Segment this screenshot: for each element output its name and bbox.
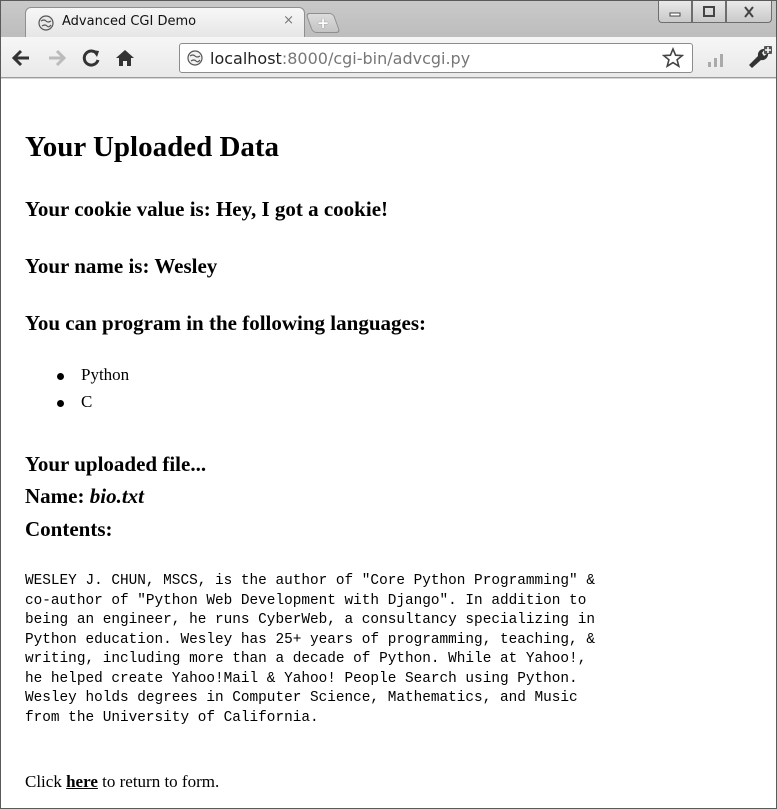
- url-host: localhost: [210, 49, 282, 68]
- new-tab-button[interactable]: +: [305, 13, 341, 33]
- footer-prefix: Click: [25, 772, 67, 791]
- contents-label: Contents:: [25, 517, 113, 541]
- minimize-icon: [669, 12, 681, 16]
- languages-list: Python C: [57, 365, 129, 419]
- file-name-line: Name: bio.txt: [25, 484, 144, 509]
- back-arrow-icon: [11, 49, 29, 67]
- toolbar: localhost:8000/cgi-bin/advcgi.py: [1, 37, 776, 78]
- file-name-label: Name:: [25, 484, 90, 508]
- list-item: C: [57, 392, 129, 419]
- url-text: localhost:8000/cgi-bin/advcgi.py: [210, 49, 470, 68]
- bookmark-star-icon[interactable]: [662, 47, 684, 69]
- languages-heading: You can program in the following languag…: [25, 311, 426, 335]
- footer-text: Click here to return to form.: [25, 772, 219, 792]
- cookie-value-line: Your cookie value is: Hey, I got a cooki…: [25, 197, 389, 221]
- forward-arrow-icon: [49, 49, 67, 67]
- reload-button[interactable]: [79, 46, 103, 70]
- reload-icon: [82, 49, 100, 67]
- page-heading: Your Uploaded Data: [25, 131, 280, 163]
- home-button[interactable]: [113, 46, 137, 70]
- file-name: bio.txt: [89, 484, 144, 508]
- maximize-button[interactable]: [692, 1, 726, 23]
- uploaded-file-heading: Your uploaded file...: [25, 452, 207, 476]
- browser-tab[interactable]: Advanced CGI Demo ×: [25, 7, 305, 37]
- back-button[interactable]: [9, 46, 33, 70]
- close-icon: [744, 5, 754, 18]
- wrench-icon[interactable]: [745, 45, 773, 71]
- minimize-button[interactable]: [658, 1, 692, 23]
- home-icon: [116, 50, 134, 66]
- title-bar: Advanced CGI Demo × +: [1, 1, 776, 37]
- forward-button[interactable]: [45, 46, 69, 70]
- footer-suffix: to return to form.: [97, 772, 220, 791]
- page-icon: [187, 50, 203, 66]
- page-content: Your Uploaded Data Your cookie value is:…: [1, 79, 776, 808]
- plus-icon: +: [316, 14, 330, 32]
- tab-title: Advanced CGI Demo: [62, 14, 197, 29]
- list-item: Python: [57, 365, 129, 392]
- tab-close-icon[interactable]: ×: [283, 13, 294, 28]
- window-controls: [658, 1, 772, 23]
- file-contents: WESLEY J. CHUN, MSCS, is the author of "…: [25, 573, 595, 726]
- name-line: Your name is: Wesley: [25, 254, 218, 278]
- signal-bars-icon[interactable]: [707, 52, 725, 68]
- return-link[interactable]: here: [66, 772, 98, 791]
- address-bar[interactable]: localhost:8000/cgi-bin/advcgi.py: [179, 43, 693, 73]
- globe-icon: [38, 15, 54, 31]
- close-button[interactable]: [726, 1, 772, 23]
- browser-window: Advanced CGI Demo × + localhost:8000/cgi…: [0, 0, 777, 809]
- maximize-icon: [703, 5, 715, 17]
- url-path: :8000/cgi-bin/advcgi.py: [281, 49, 471, 68]
